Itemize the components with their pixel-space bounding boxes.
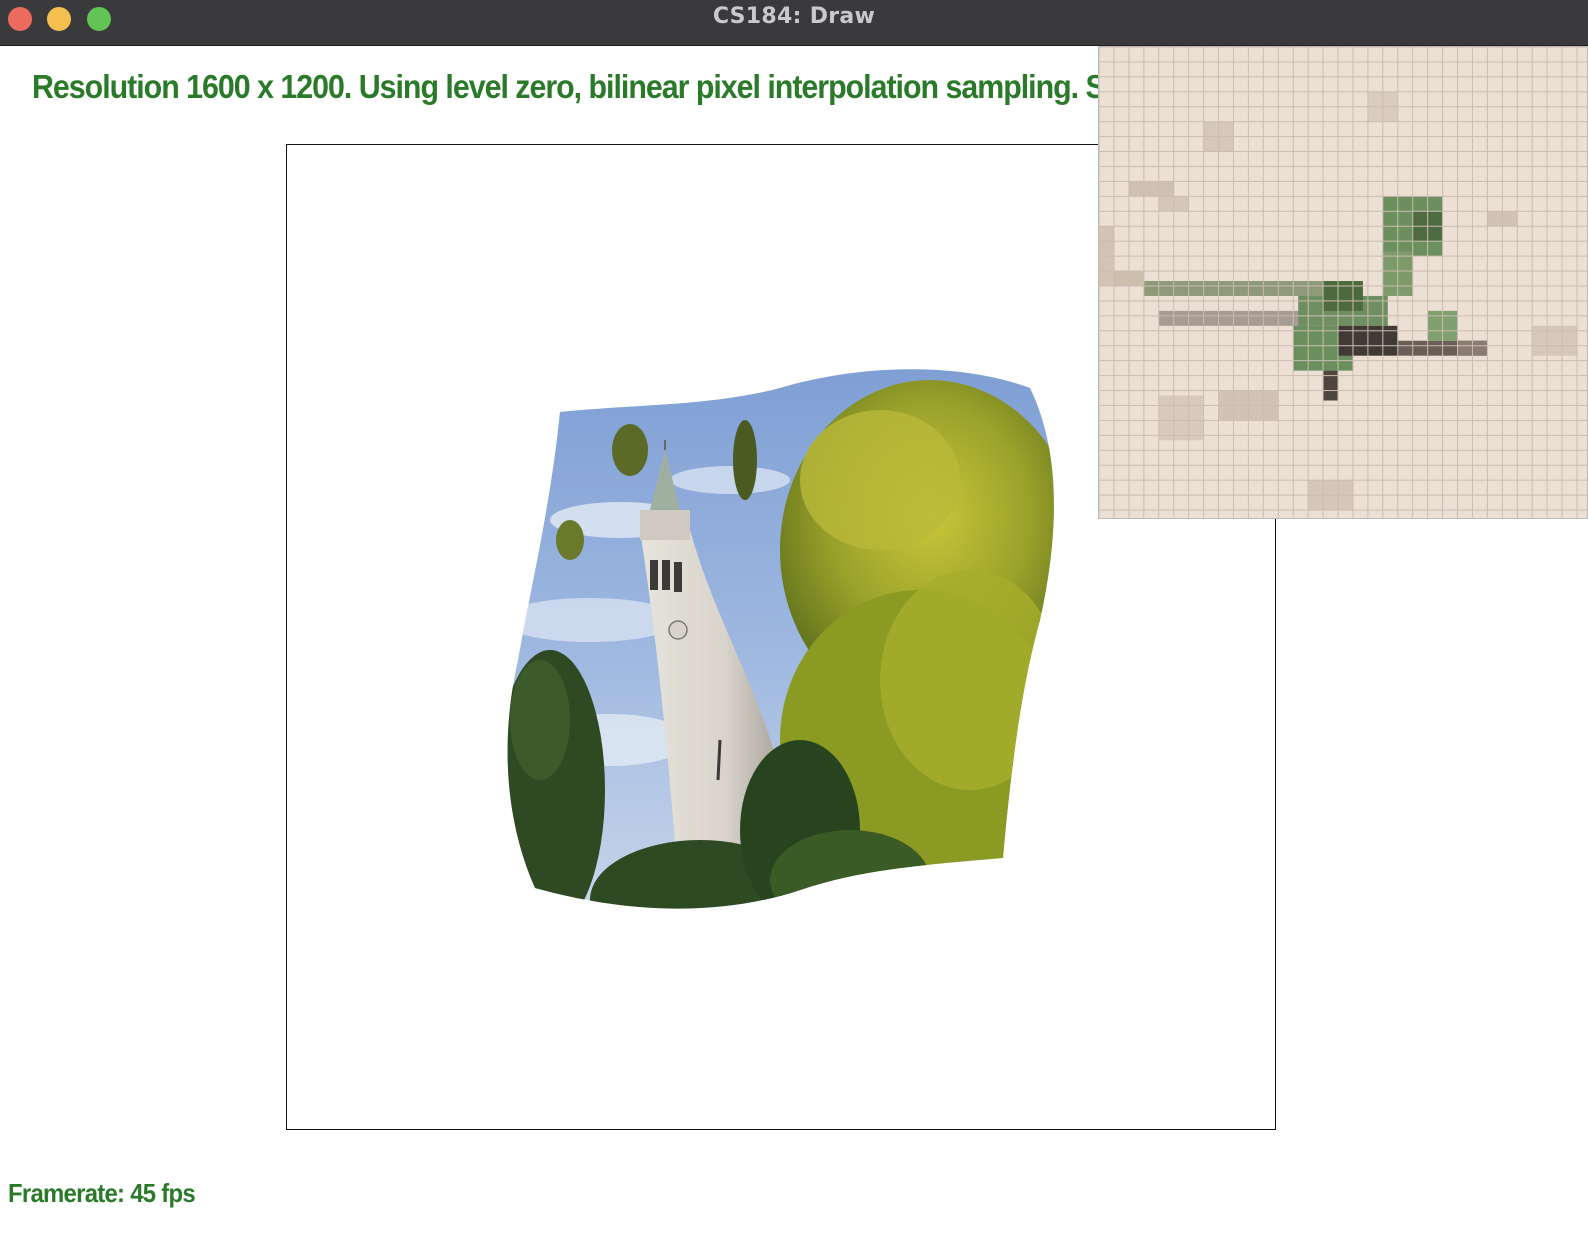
window-title: CS184: Draw [712, 4, 876, 29]
framerate-text: Framerate: 45 fps [8, 1178, 196, 1208]
title-bar[interactable]: CS184: Draw [0, 0, 1588, 46]
pixel-zoom-inset [1098, 46, 1588, 519]
app-window: CS184: Draw Resolution 1600 x 1200. Usin… [0, 0, 1588, 1240]
warped-texture-image[interactable] [500, 360, 1060, 920]
